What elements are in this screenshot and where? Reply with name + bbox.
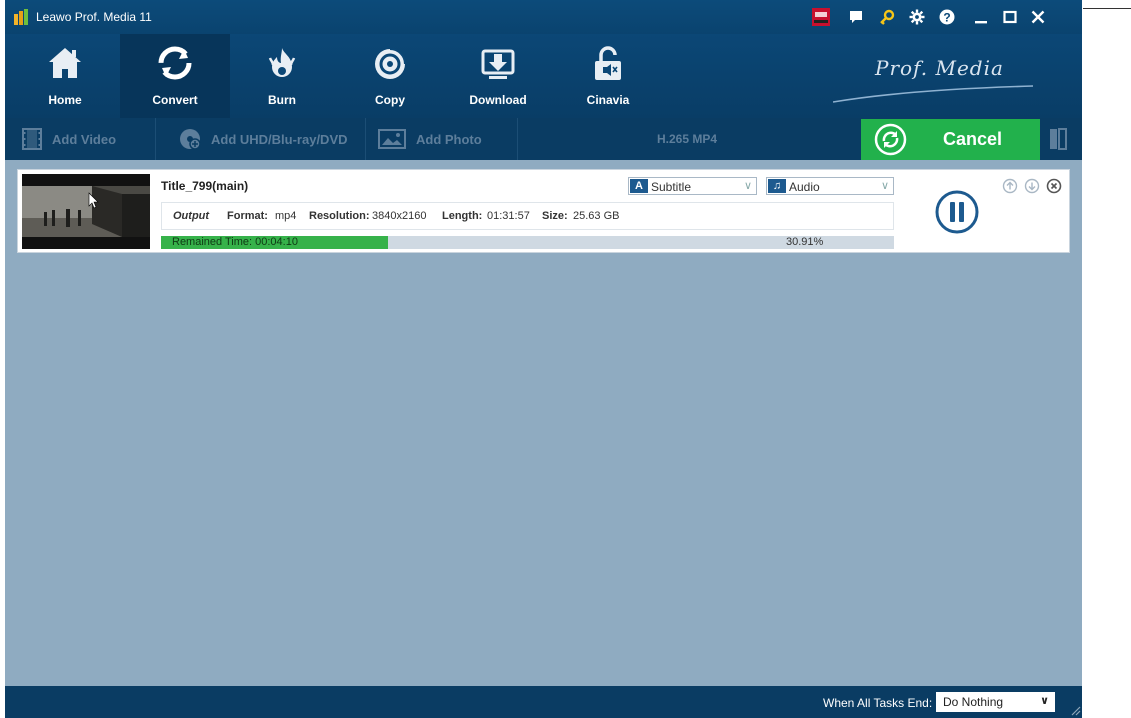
- chevron-down-icon: ∨: [880, 180, 889, 192]
- output-format-label[interactable]: H.265 MP4: [657, 118, 717, 160]
- size-value: 25.63 GB: [573, 210, 620, 222]
- add-photo-button[interactable]: Add Photo: [378, 118, 482, 160]
- nav-convert[interactable]: Convert: [120, 34, 230, 118]
- length-value: 01:31:57: [487, 210, 530, 222]
- nav-download[interactable]: Download: [443, 34, 553, 118]
- output-info: Output Format: mp4 Resolution: 3840x2160…: [161, 202, 894, 230]
- status-bar: When All Tasks End: Do Nothing ∨: [5, 686, 1082, 718]
- music-note-icon: ♫: [768, 179, 786, 193]
- nav-cinavia[interactable]: Cinavia: [553, 34, 663, 118]
- tasks-end-label: When All Tasks End:: [823, 696, 933, 710]
- toolbar-separator: [155, 118, 156, 160]
- chevron-down-icon: ∨: [743, 180, 752, 192]
- audio-dropdown[interactable]: ♫ Audio ∨: [766, 177, 894, 195]
- app-logo-icon: [14, 9, 28, 25]
- maximize-icon[interactable]: [1000, 7, 1020, 27]
- add-video-button[interactable]: Add Video: [22, 118, 116, 160]
- length-key: Length:: [442, 210, 483, 222]
- move-down-icon[interactable]: [1024, 178, 1040, 194]
- refresh-circle-icon: [874, 123, 907, 156]
- format-value: mp4: [275, 210, 297, 222]
- video-thumbnail[interactable]: [22, 174, 150, 249]
- format-key: Format:: [227, 210, 268, 222]
- conversion-progress-bar: Remained Time: 00:04:10 30.91%: [161, 236, 894, 249]
- convert-icon: [158, 46, 192, 80]
- nav-copy[interactable]: Copy: [335, 34, 445, 118]
- key-icon[interactable]: [877, 7, 897, 27]
- toolbar-separator: [517, 118, 518, 160]
- resize-grip-icon[interactable]: [1069, 704, 1081, 716]
- feedback-icon[interactable]: [846, 7, 866, 27]
- subtitle-dropdown[interactable]: A Subtitle ∨: [628, 177, 757, 195]
- remaining-time: Remained Time: 00:04:10: [172, 236, 298, 248]
- help-icon[interactable]: ?: [937, 7, 957, 27]
- film-icon: [22, 128, 42, 150]
- size-key: Size:: [542, 210, 568, 222]
- toolbar-separator: [365, 118, 366, 160]
- thumbnail-image: [22, 174, 150, 249]
- photo-icon: [378, 129, 406, 149]
- window-title: Leawo Prof. Media 11: [36, 10, 152, 24]
- resolution-key: Resolution:: [309, 210, 370, 222]
- task-title: Title_799(main): [161, 179, 249, 193]
- task-row: Title_799(main) A Subtitle ∨ ♫ Audio ∨ O…: [17, 169, 1070, 253]
- svg-text:?: ?: [943, 11, 950, 25]
- add-disc-button[interactable]: Add UHD/Blu-ray/DVD: [179, 118, 348, 160]
- output-label: Output: [173, 210, 210, 222]
- chevron-down-icon: ∨: [1040, 695, 1049, 707]
- subtitle-icon: A: [630, 179, 648, 193]
- close-icon[interactable]: [1028, 7, 1048, 27]
- remove-icon[interactable]: [1046, 178, 1062, 194]
- home-icon: [49, 48, 81, 78]
- amd-icon[interactable]: [811, 7, 831, 27]
- progress-percent: 30.91%: [786, 236, 824, 248]
- panel-toggle-icon[interactable]: [1049, 128, 1067, 150]
- tasks-end-select[interactable]: Do Nothing ∨: [936, 692, 1055, 712]
- download-icon: [481, 49, 515, 79]
- cinavia-icon: [595, 46, 621, 80]
- cancel-button[interactable]: Cancel: [861, 119, 1040, 160]
- settings-gear-icon[interactable]: [907, 7, 927, 27]
- copy-icon: [375, 48, 406, 79]
- minimize-icon[interactable]: [971, 7, 991, 27]
- nav-burn[interactable]: Burn: [227, 34, 337, 118]
- resolution-value: 3840x2160: [372, 210, 427, 222]
- main-nav: Home Convert Burn Copy Download Cinavia …: [5, 34, 1082, 118]
- pause-icon[interactable]: [934, 189, 980, 235]
- disc-icon: [180, 129, 201, 150]
- app-window: Leawo Prof. Media 11 ? Home Convert Burn…: [5, 0, 1082, 718]
- brand-swoosh-icon: [833, 85, 1033, 103]
- brand-logo: Prof. Media: [875, 56, 1004, 80]
- burn-icon: [268, 48, 296, 77]
- title-bar: Leawo Prof. Media 11 ?: [5, 0, 1082, 34]
- nav-home[interactable]: Home: [10, 34, 120, 118]
- edge-line: [1083, 8, 1131, 9]
- move-up-icon[interactable]: [1002, 178, 1018, 194]
